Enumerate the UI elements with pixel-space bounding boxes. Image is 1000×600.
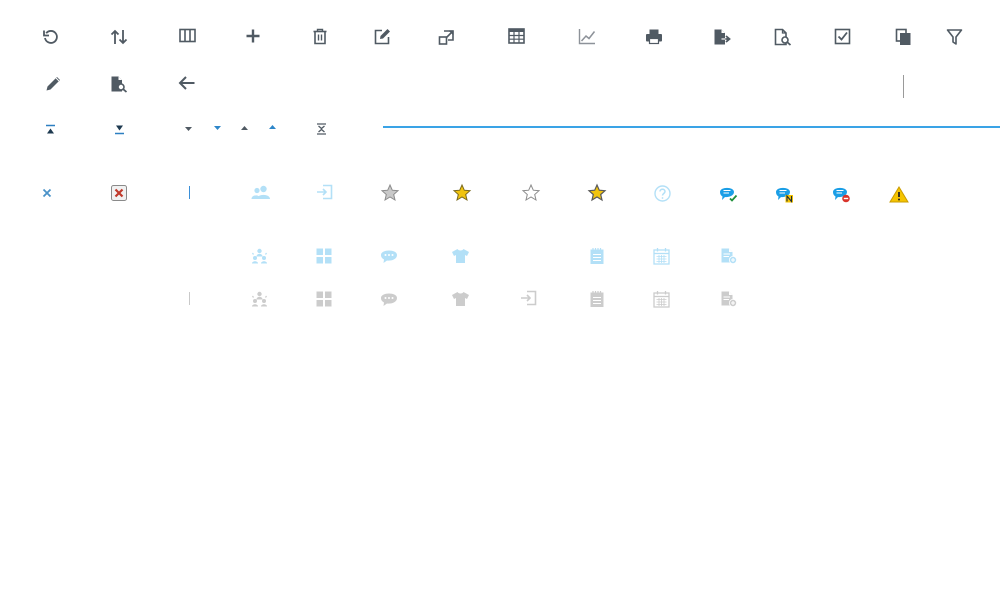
help-icon xyxy=(654,185,671,202)
icon-sprite-sheet xyxy=(0,0,1000,600)
caret-up-grey-icon[interactable] xyxy=(240,125,249,131)
separator xyxy=(903,75,904,98)
dashboard-grid-icon xyxy=(316,291,332,307)
star-gold-icon xyxy=(452,183,472,202)
users-icon xyxy=(251,185,270,199)
move-bottom-icon[interactable] xyxy=(114,124,125,135)
login-icon xyxy=(317,184,333,200)
team-icon xyxy=(252,248,267,264)
comment-check-icon xyxy=(720,187,738,202)
checkbox-icon[interactable] xyxy=(834,28,851,45)
document-add-icon xyxy=(721,248,737,264)
text-cursor-icon xyxy=(189,186,190,199)
edit-icon[interactable] xyxy=(374,28,391,45)
caret-down-grey-icon[interactable] xyxy=(184,126,193,132)
tshirt-icon xyxy=(452,292,469,306)
move-top-icon[interactable] xyxy=(45,124,56,135)
comment-blocked-icon xyxy=(833,187,850,203)
pencil-icon[interactable] xyxy=(45,75,62,92)
chat-bubble-icon xyxy=(381,293,397,306)
comment-new-icon xyxy=(776,187,793,204)
close-icon[interactable] xyxy=(42,188,52,198)
caret-down-blue-icon[interactable] xyxy=(213,125,222,131)
print-icon[interactable] xyxy=(645,28,663,45)
refresh-icon[interactable] xyxy=(42,28,60,46)
caret-up-blue-icon[interactable] xyxy=(268,124,277,130)
star-grey-icon xyxy=(380,183,400,202)
back-arrow-icon[interactable] xyxy=(178,75,196,91)
login-icon xyxy=(521,290,537,306)
dashboard-grid-icon xyxy=(316,248,332,264)
preview-icon[interactable] xyxy=(774,28,792,46)
sort-icon[interactable] xyxy=(110,28,128,46)
line-chart-icon[interactable] xyxy=(578,28,596,45)
table-icon[interactable] xyxy=(508,28,525,44)
collapse-icon[interactable] xyxy=(316,123,327,135)
columns-icon[interactable] xyxy=(179,28,196,44)
chat-bubble-icon xyxy=(381,250,397,263)
star-gold-outline-icon xyxy=(587,183,607,202)
filter-icon[interactable] xyxy=(946,28,963,46)
star-outline-icon xyxy=(521,183,541,202)
team-icon xyxy=(252,291,267,307)
tshirt-icon xyxy=(452,249,469,263)
notepad-icon xyxy=(590,248,604,264)
copy-icon[interactable] xyxy=(895,28,912,46)
warning-icon xyxy=(889,186,909,203)
close-box-icon[interactable] xyxy=(111,185,127,201)
document-search-icon[interactable] xyxy=(110,75,128,93)
document-add-icon xyxy=(721,291,737,307)
expand-icon[interactable] xyxy=(438,28,456,46)
progress-line xyxy=(383,126,1000,128)
add-icon[interactable] xyxy=(245,28,261,44)
text-cursor-icon xyxy=(189,292,190,305)
export-icon[interactable] xyxy=(713,28,731,46)
notepad-icon xyxy=(590,291,604,307)
calendar-icon xyxy=(653,248,670,265)
calendar-icon xyxy=(653,291,670,308)
delete-icon[interactable] xyxy=(312,28,328,45)
